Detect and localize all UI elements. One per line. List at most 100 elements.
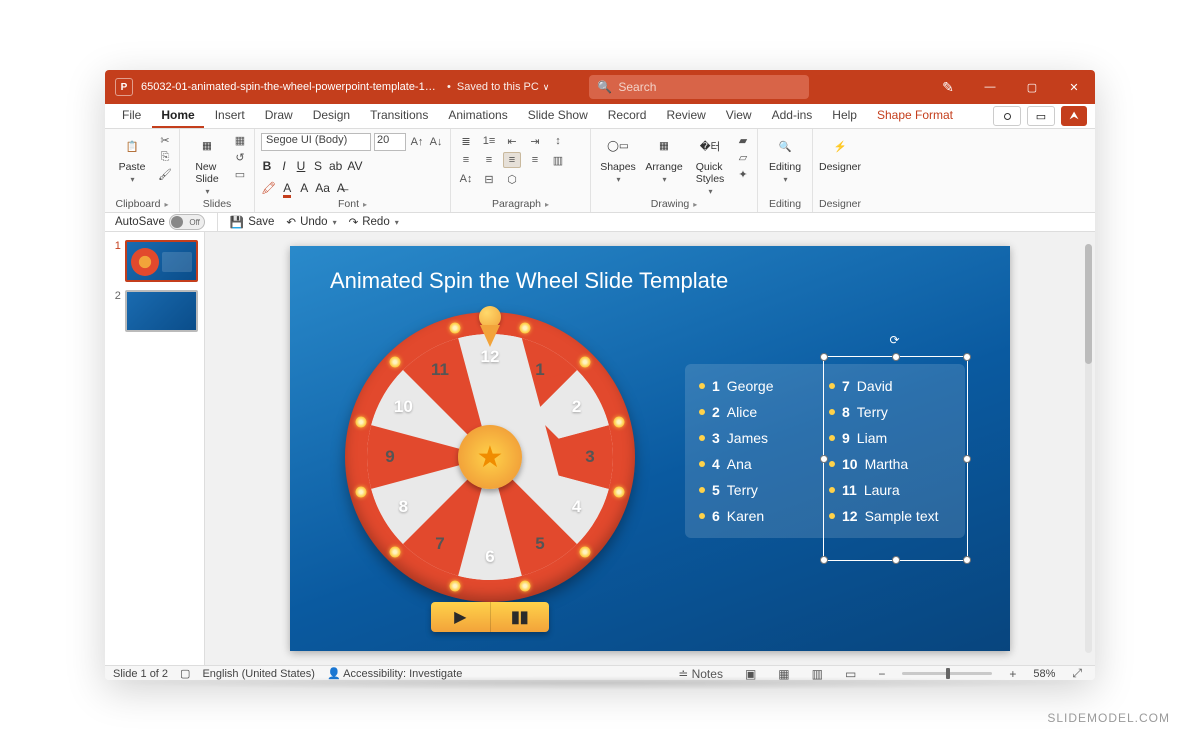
resize-handle[interactable] bbox=[892, 556, 900, 564]
list-item[interactable]: 3James bbox=[699, 430, 821, 446]
play-button[interactable]: ▶ bbox=[431, 602, 490, 632]
tab-file[interactable]: File bbox=[113, 104, 150, 128]
font-size-select[interactable]: 20 bbox=[374, 133, 406, 151]
arrange-button[interactable]: ▦Arrange▾ bbox=[643, 133, 685, 184]
tab-shapeformat[interactable]: Shape Format bbox=[868, 104, 962, 128]
bold-button[interactable]: B bbox=[261, 159, 273, 173]
list-item[interactable]: 8Terry bbox=[829, 404, 951, 420]
list-item[interactable]: 6Karen bbox=[699, 508, 821, 524]
list-item[interactable]: 11Laura bbox=[829, 482, 951, 498]
maximize-button[interactable]: ▢ bbox=[1011, 70, 1053, 104]
quick-styles-button[interactable]: �터Quick Styles▾ bbox=[689, 133, 731, 196]
pause-button[interactable]: ▮▮ bbox=[490, 602, 550, 632]
numbering-button[interactable]: 1≡ bbox=[480, 133, 498, 149]
launcher-icon[interactable]: ▸ bbox=[693, 200, 697, 209]
close-button[interactable]: ✕ bbox=[1053, 70, 1095, 104]
tab-insert[interactable]: Insert bbox=[206, 104, 254, 128]
tab-design[interactable]: Design bbox=[304, 104, 359, 128]
tab-slideshow[interactable]: Slide Show bbox=[519, 104, 597, 128]
char-spacing-button[interactable]: A̶ bbox=[335, 181, 347, 195]
list-item[interactable]: 5Terry bbox=[699, 482, 821, 498]
resize-handle[interactable] bbox=[963, 556, 971, 564]
section-button[interactable]: ▭ bbox=[232, 167, 248, 181]
tab-review[interactable]: Review bbox=[657, 104, 714, 128]
redo-button[interactable]: ↷Redo▾ bbox=[349, 215, 399, 229]
text-direction-button[interactable]: A↕ bbox=[457, 171, 475, 187]
tab-draw[interactable]: Draw bbox=[256, 104, 302, 128]
rotate-handle[interactable]: ⟳ bbox=[890, 333, 902, 345]
columns-button[interactable]: ▥ bbox=[549, 152, 567, 168]
shadow-button[interactable]: ab bbox=[329, 159, 342, 173]
tab-home[interactable]: Home bbox=[152, 104, 203, 128]
share-button[interactable]: ▭ bbox=[1027, 106, 1055, 126]
list-item[interactable]: 10Martha bbox=[829, 456, 951, 472]
save-button[interactable]: 💾Save bbox=[230, 215, 275, 229]
search-input[interactable] bbox=[618, 80, 801, 94]
tab-transitions[interactable]: Transitions bbox=[361, 104, 437, 128]
vertical-scrollbar[interactable] bbox=[1083, 232, 1094, 665]
save-status[interactable]: Saved to this PC bbox=[457, 81, 539, 93]
spacing-button[interactable]: AV bbox=[347, 159, 362, 173]
bullets-button[interactable]: ≣ bbox=[457, 133, 475, 149]
align-text-button[interactable]: ⊟ bbox=[480, 171, 498, 187]
shape-outline-button[interactable]: ▱ bbox=[735, 150, 751, 164]
italic-button[interactable]: I bbox=[278, 159, 290, 173]
list-item[interactable]: 9Liam bbox=[829, 430, 951, 446]
thumbnail-2[interactable] bbox=[125, 290, 198, 332]
indent-inc-button[interactable]: ⇥ bbox=[526, 133, 544, 149]
list-item[interactable]: 4Ana bbox=[699, 456, 821, 472]
thumbnail-1[interactable] bbox=[125, 240, 198, 282]
change-case-button[interactable]: Aa bbox=[315, 181, 330, 195]
designer-button[interactable]: ⚡Designer bbox=[819, 133, 861, 173]
indent-dec-button[interactable]: ⇤ bbox=[503, 133, 521, 149]
slide-canvas[interactable]: Animated Spin the Wheel Slide Template 1… bbox=[205, 232, 1095, 665]
launcher-icon[interactable]: ▸ bbox=[545, 200, 549, 209]
minimize-button[interactable]: ― bbox=[969, 70, 1011, 104]
layout-button[interactable]: ▦ bbox=[232, 133, 248, 147]
resize-handle[interactable] bbox=[892, 353, 900, 361]
font-color-button[interactable]: A bbox=[281, 181, 293, 195]
shape-fill-button[interactable]: ▰ bbox=[735, 133, 751, 147]
launcher-icon[interactable]: ▸ bbox=[363, 200, 367, 209]
cut-button[interactable]: ✂ bbox=[157, 133, 173, 147]
resize-handle[interactable] bbox=[820, 556, 828, 564]
resize-handle[interactable] bbox=[963, 353, 971, 361]
align-left-button[interactable]: ≡ bbox=[457, 152, 475, 168]
smartart-button[interactable]: ⬡ bbox=[503, 171, 521, 187]
camera-button[interactable] bbox=[993, 106, 1021, 126]
increase-font-button[interactable]: A↑ bbox=[409, 135, 425, 149]
line-spacing-button[interactable]: ↕ bbox=[549, 133, 567, 149]
launcher-icon[interactable]: ▸ bbox=[164, 200, 168, 209]
highlight-button[interactable]: 🖍 bbox=[261, 181, 276, 195]
autosave-toggle[interactable]: AutoSave Off bbox=[115, 214, 205, 230]
tab-help[interactable]: Help bbox=[823, 104, 866, 128]
chevron-down-icon[interactable]: ∨ bbox=[543, 82, 550, 93]
justify-button[interactable]: ≡ bbox=[526, 152, 544, 168]
new-slide-button[interactable]: ▦New Slide▾ bbox=[186, 133, 228, 196]
list-item[interactable]: 12Sample text bbox=[829, 508, 951, 524]
align-center-button[interactable]: ≡ bbox=[480, 152, 498, 168]
editing-button[interactable]: 🔍Editing▾ bbox=[764, 133, 806, 184]
resize-handle[interactable] bbox=[820, 353, 828, 361]
clear-format-button[interactable]: A bbox=[298, 181, 310, 195]
names-panel[interactable]: 1George2Alice3James4Ana5Terry6Karen 7Dav… bbox=[685, 364, 965, 538]
list-item[interactable]: 2Alice bbox=[699, 404, 821, 420]
paste-button[interactable]: 📋Paste▾ bbox=[111, 133, 153, 184]
collapse-ribbon-button[interactable]: ⮝ bbox=[1061, 106, 1087, 126]
undo-button[interactable]: ↶Undo▾ bbox=[286, 215, 336, 229]
spin-wheel[interactable]: 121234567891011 ★ ▶ ▮▮ bbox=[345, 312, 635, 602]
zoom-slider[interactable] bbox=[902, 672, 992, 675]
underline-button[interactable]: U bbox=[295, 159, 307, 173]
search-box[interactable]: 🔍 bbox=[589, 75, 809, 99]
decrease-font-button[interactable]: A↓ bbox=[428, 135, 444, 149]
slide-title[interactable]: Animated Spin the Wheel Slide Template bbox=[330, 268, 728, 294]
strike-button[interactable]: S bbox=[312, 159, 324, 173]
reset-button[interactable]: ↺ bbox=[232, 150, 248, 164]
tab-animations[interactable]: Animations bbox=[439, 104, 516, 128]
shape-effects-button[interactable]: ✦ bbox=[735, 167, 751, 181]
tab-view[interactable]: View bbox=[717, 104, 761, 128]
font-name-select[interactable]: Segoe UI (Body) bbox=[261, 133, 371, 151]
format-painter-button[interactable]: 🖌 bbox=[157, 167, 173, 181]
pen-icon[interactable]: ✎ bbox=[927, 70, 969, 104]
align-right-button[interactable]: ≡ bbox=[503, 152, 521, 168]
